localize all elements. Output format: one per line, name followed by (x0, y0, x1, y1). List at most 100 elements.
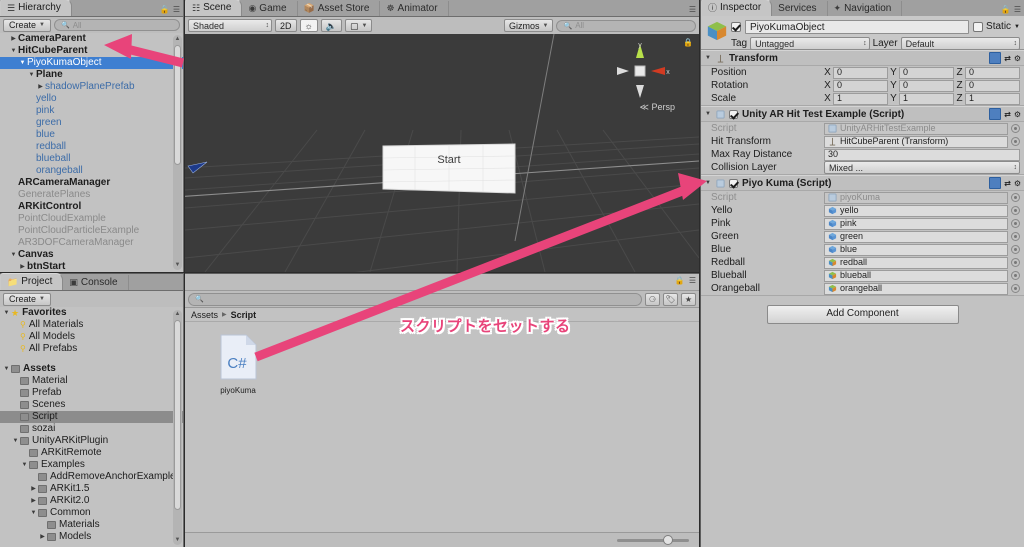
lock-icon[interactable]: 🔒 (160, 5, 170, 14)
vector3-x-input[interactable]: 1 (833, 92, 888, 105)
twisty-icon[interactable]: ▼ (20, 459, 29, 471)
project-item-unityarkitplugin[interactable]: ▼ UnityARKitPlugin (0, 435, 183, 447)
hierarchy-item-canvas[interactable]: ▼ Canvas (0, 249, 183, 261)
twisty-icon[interactable]: ▶ (29, 483, 38, 495)
scene-effects-toggle[interactable]: ▢ ▼ (344, 19, 373, 32)
twisty-icon[interactable]: ▼ (9, 249, 18, 261)
project-item-materials[interactable]: Materials (0, 519, 183, 531)
project-item-prefab[interactable]: Prefab (0, 387, 183, 399)
asset-grid[interactable]: C# piyoKuma (185, 322, 699, 533)
hierarchy-search-input[interactable]: 🔍 All (53, 19, 180, 31)
object-reference-field[interactable]: blue (824, 243, 1008, 256)
hierarchy-item-green[interactable]: green (0, 117, 183, 129)
tab-navigation[interactable]: ✦ Navigation (827, 1, 903, 16)
hierarchy-item-piyokumaobject[interactable]: ▼ PiyoKumaObject (0, 57, 183, 69)
tab-console[interactable]: ▣ Console (63, 275, 129, 290)
scene-view-gizmo[interactable]: y x (609, 40, 671, 102)
project-item-examples[interactable]: ▼ Examples (0, 459, 183, 471)
scene-lighting-toggle[interactable]: ☼ (299, 19, 318, 32)
hierarchy-item-shadowplaneprefab[interactable]: ▶ shadowPlanePrefab (0, 81, 183, 93)
hierarchy-scroll-thumb[interactable] (174, 45, 181, 165)
scene-draw-mode-dropdown[interactable]: Shaded (188, 19, 272, 32)
vector3-z-input[interactable]: 0 (965, 66, 1020, 79)
component-header[interactable]: ▼ Piyo Kuma (Script) ⇄ ⚙ (701, 175, 1024, 191)
scroll-up-arrow-icon[interactable]: ▲ (174, 36, 181, 43)
asset-zoom-slider-knob[interactable] (663, 534, 673, 545)
tab-inspector[interactable]: ⓘ Inspector (701, 0, 773, 16)
twisty-icon[interactable]: ▼ (11, 435, 20, 447)
hierarchy-item-yello[interactable]: yello (0, 93, 183, 105)
label-filter-icon[interactable]: 🏷 (663, 292, 678, 306)
project-item-favorites[interactable]: ▼ ★ Favorites (0, 307, 183, 319)
object-picker-icon[interactable] (1011, 124, 1020, 133)
twisty-icon[interactable]: ▼ (2, 307, 11, 319)
hierarchy-create-button[interactable]: Create ▼ (3, 18, 51, 32)
tab-hierarchy[interactable]: ☰ Hierarchy (0, 0, 72, 16)
object-reference-field[interactable]: HitCubeParent (Transform) (824, 135, 1008, 148)
component-header[interactable]: ▼ Transform ⇄ ⚙ (701, 50, 1024, 66)
tab-asset-store[interactable]: 📦 Asset Store (297, 1, 381, 16)
project-item-scenes[interactable]: Scenes (0, 399, 183, 411)
hierarchy-item-cameraparent[interactable]: ▶ CameraParent (0, 33, 183, 45)
scroll-down-arrow-icon[interactable]: ▼ (174, 262, 181, 269)
object-reference-field[interactable]: UnityARHitTestExample (824, 122, 1008, 135)
object-picker-icon[interactable] (1011, 258, 1020, 267)
component-header[interactable]: ▼ Unity AR Hit Test Example (Script) ⇄ ⚙ (701, 106, 1024, 122)
static-checkbox[interactable] (973, 21, 984, 32)
project-item-models[interactable]: ▶ Models (0, 531, 183, 543)
scene-projection-label[interactable]: ≪ Persp (640, 102, 675, 113)
hierarchy-item-orangeball[interactable]: orangeball (0, 165, 183, 177)
object-picker-icon[interactable] (1011, 219, 1020, 228)
object-reference-field[interactable]: redball (824, 256, 1008, 269)
hierarchy-item-arkitcontrol[interactable]: ARKitControl (0, 201, 183, 213)
object-reference-field[interactable]: yello (824, 204, 1008, 217)
project-item-all-prefabs[interactable]: ⚲ All Prefabs (0, 343, 183, 355)
project-scrollbar[interactable]: ▲ ▼ (173, 310, 182, 545)
component-enabled-checkbox[interactable] (729, 109, 738, 119)
preset-icon[interactable] (989, 52, 1002, 64)
project-item-material[interactable]: Material (0, 375, 183, 387)
object-name-input[interactable]: PiyoKumaObject (745, 19, 970, 34)
object-picker-icon[interactable] (1011, 271, 1020, 280)
type-filter-icon[interactable]: ⚆ (645, 292, 660, 306)
menu-icon[interactable]: ☰ (1014, 5, 1021, 14)
hierarchy-item-arcameramanager[interactable]: ARCameraManager (0, 177, 183, 189)
vector3-z-input[interactable]: 1 (965, 92, 1020, 105)
twisty-icon[interactable]: ▼ (29, 507, 38, 519)
lock-icon[interactable]: 🔒 (675, 276, 685, 285)
gear-icon[interactable]: ⚙ (1014, 54, 1021, 63)
object-picker-icon[interactable] (1011, 284, 1020, 293)
favorite-filter-icon[interactable]: ★ (681, 292, 696, 306)
settings-slider-icon[interactable]: ⇄ (1004, 179, 1011, 188)
project-create-button[interactable]: Create ▼ (3, 292, 51, 306)
scene-2d-toggle[interactable]: 2D (275, 19, 297, 32)
lock-icon[interactable]: 🔒 (1001, 5, 1011, 14)
foldout-icon[interactable]: ▼ (704, 55, 712, 61)
text-input[interactable]: 30 (824, 148, 1020, 161)
hierarchy-item-hitcubeparent[interactable]: ▼ HitCubeParent (0, 45, 183, 57)
hierarchy-item-generateplanes[interactable]: GeneratePlanes (0, 189, 183, 201)
hierarchy-item-blueball[interactable]: blueball (0, 153, 183, 165)
preset-icon[interactable] (989, 177, 1002, 189)
twisty-icon[interactable]: ▶ (9, 33, 18, 45)
hierarchy-item-blue[interactable]: blue (0, 129, 183, 141)
layer-mask-dropdown[interactable]: Mixed ... (824, 161, 1020, 174)
object-picker-icon[interactable] (1011, 232, 1020, 241)
scene-lock-icon[interactable]: 🔒 (683, 38, 693, 47)
twisty-icon[interactable]: ▼ (9, 45, 18, 57)
tab-scene[interactable]: ☷ Scene (185, 0, 243, 16)
menu-icon[interactable]: ☰ (173, 5, 180, 14)
tab-project[interactable]: 📁 Project (0, 273, 64, 290)
project-tree[interactable]: ▼ ★ Favorites ⚲ All Materials ⚲ All Models ⚲ All… (0, 307, 183, 547)
hierarchy-item-btnstart[interactable]: ▶ btnStart (0, 261, 183, 272)
vector3-y-input[interactable]: 0 (899, 79, 954, 92)
scroll-down-arrow-icon[interactable]: ▼ (174, 537, 181, 544)
vector3-x-input[interactable]: 0 (833, 66, 888, 79)
project-item-assets[interactable]: ▼ Assets (0, 363, 183, 375)
project-item-script[interactable]: Script (0, 411, 183, 423)
vector3-y-input[interactable]: 0 (899, 66, 954, 79)
foldout-icon[interactable]: ▼ (704, 111, 712, 117)
settings-slider-icon[interactable]: ⇄ (1004, 110, 1011, 119)
tag-dropdown[interactable]: Untagged (750, 37, 870, 50)
project-item-addremoveanchorexample[interactable]: AddRemoveAnchorExample (0, 471, 183, 483)
